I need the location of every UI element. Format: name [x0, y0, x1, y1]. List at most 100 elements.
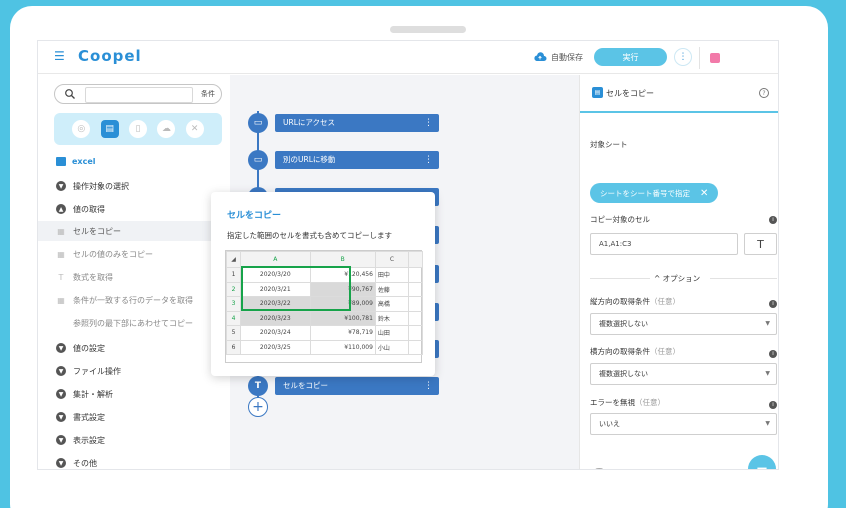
step-bar[interactable]: URLにアクセス ⋮ [275, 114, 439, 132]
cell: 2020/3/25 [240, 339, 311, 355]
sidebar-item-get-matching-rows[interactable]: ▦ 条件が一致する行のデータを取得 [56, 293, 193, 307]
brand-logo: Coopel [78, 47, 142, 65]
browser-icon: ▭ [248, 113, 268, 133]
chevron-down-icon: ▼ [56, 412, 66, 422]
device-notch [390, 26, 466, 33]
popup-title: セルをコピー [227, 211, 282, 221]
grid-icon: ▦ [57, 249, 65, 259]
chrome-app-icon[interactable]: ◎ [72, 120, 91, 138]
help-icon[interactable]: ? [759, 88, 769, 98]
trash-icon[interactable]: 🗑 [593, 469, 606, 470]
sidebar-item-copy-to-bottom[interactable]: 参照列の最下部にあわせてコピー [73, 316, 193, 330]
divider [590, 278, 650, 279]
hamburger-menu-icon[interactable]: ☰ [54, 50, 66, 62]
step-bar[interactable]: セルをコピー ⋮ [275, 377, 439, 395]
cloud-app-icon[interactable]: ☁ [157, 120, 176, 138]
info-icon[interactable]: i [769, 401, 777, 409]
horizontal-label-text: 横方向の取得条件 [590, 347, 650, 356]
chevron-down-icon: ▼ [56, 389, 66, 399]
chevron-up-icon: ▲ [56, 204, 66, 214]
sidebar-group-file[interactable]: ▼ ファイル操作 [56, 364, 121, 378]
sidebar-item-label: 値の設定 [73, 343, 105, 353]
search-box: 条件 [54, 84, 222, 104]
cell [408, 296, 423, 312]
cell: ¥89,009 [309, 296, 376, 312]
column-header: B [309, 251, 376, 268]
run-button[interactable]: 実行 [594, 48, 667, 66]
cell: 佐藤 [374, 281, 410, 297]
sidebar: 条件 ◎ ▤ ▯ ☁ ✕ excel ▼ 操作対象の選択 ▲ 値の取得 ▦ セル… [38, 75, 230, 469]
sidebar-group-display[interactable]: ▼ 表示設定 [56, 433, 105, 447]
excel-icon [56, 157, 66, 166]
sidebar-group-other[interactable]: ▼ その他 [56, 456, 97, 469]
cell: 田中 [374, 267, 410, 283]
search-filter-button[interactable]: 条件 [197, 88, 219, 101]
info-icon[interactable]: i [769, 300, 777, 308]
chevron-down-icon: ▼ [56, 435, 66, 445]
chevron-down-icon: ▼ [56, 343, 66, 353]
cell [408, 267, 423, 283]
row-number: 3 [226, 296, 241, 312]
info-icon[interactable]: i [769, 350, 777, 358]
tools-app-icon[interactable]: ✕ [185, 120, 204, 138]
add-step-button[interactable]: + [248, 397, 268, 417]
file-app-icon[interactable]: ▯ [128, 120, 147, 138]
text-icon: T [248, 376, 268, 396]
step-menu-icon[interactable]: ⋮ [424, 377, 433, 395]
sidebar-group-select-target[interactable]: ▼ 操作対象の選択 [56, 179, 129, 193]
select-value: 複数選択しない [599, 320, 648, 328]
cell [408, 339, 423, 355]
sidebar-group-aggregate[interactable]: ▼ 集計・解析 [56, 387, 113, 401]
info-icon[interactable]: i [769, 216, 777, 224]
step-menu-icon[interactable]: ⋮ [424, 114, 433, 132]
sidebar-group-format[interactable]: ▼ 書式設定 [56, 410, 105, 424]
close-icon[interactable]: ✕ [700, 188, 708, 199]
sidebar-item-copy-cell[interactable]: ▦ セルをコピー [38, 221, 230, 241]
grid-icon: ▦ [57, 295, 65, 305]
cell: 2020/3/22 [240, 296, 311, 312]
ignore-error-label-text: エラーを無視 [590, 398, 635, 407]
more-menu-icon[interactable]: ⋮ [674, 48, 692, 66]
target-sheet-chip[interactable]: シートをシート番号で指定 ✕ [590, 183, 718, 203]
excel-app-icon[interactable]: ▤ [100, 120, 119, 138]
sidebar-group-get-value[interactable]: ▲ 値の取得 [56, 202, 105, 216]
sidebar-item-label: その他 [73, 458, 97, 468]
chevron-down-icon: ▼ [56, 366, 66, 376]
search-icon[interactable] [64, 88, 76, 100]
column-header [408, 251, 423, 268]
text-mode-button[interactable]: T [744, 233, 777, 255]
ignore-error-select[interactable]: いいえ ▼ [590, 413, 777, 435]
step-menu-icon[interactable]: ⋮ [424, 151, 433, 169]
ignore-error-label: エラーを無視（任意） [590, 397, 665, 408]
sidebar-item-get-formula[interactable]: T 数式を取得 [56, 270, 113, 284]
vertical-label-text: 縦方向の取得条件 [590, 297, 650, 306]
sidebar-item-label: 表示設定 [73, 435, 105, 445]
user-avatar[interactable] [710, 53, 720, 63]
target-sheet-label: 対象シート [590, 140, 628, 149]
chevron-down-icon: ▼ [56, 458, 66, 468]
options-label: オプション [662, 274, 701, 283]
row-number: 4 [226, 310, 241, 326]
arrow-up-icon[interactable]: ↑ [618, 469, 626, 470]
caret-down-icon: ▼ [765, 320, 770, 327]
arrow-down-icon[interactable]: ↓ [638, 469, 646, 470]
sidebar-item-copy-values[interactable]: ▦ セルの値のみをコピー [56, 247, 153, 261]
options-toggle[interactable]: ^ オプション [654, 273, 700, 284]
sidebar-group-set-value[interactable]: ▼ 値の設定 [56, 341, 105, 355]
chat-icon[interactable]: ▬ [748, 455, 776, 469]
step-bar[interactable]: 別のURLに移動 ⋮ [275, 151, 439, 169]
horizontal-condition-label: 横方向の取得条件（任意） [590, 346, 680, 357]
cloud-upload-icon [534, 52, 547, 61]
row-number: 5 [226, 325, 241, 341]
vertical-condition-select[interactable]: 複数選択しない ▼ [590, 313, 777, 335]
cell: 小山 [374, 339, 410, 355]
cell: 鈴木 [374, 310, 410, 326]
row-number: 6 [226, 339, 241, 355]
search-input[interactable] [85, 87, 193, 103]
copy-target-input[interactable]: A1,A1:C3 [590, 233, 738, 255]
caret-down-icon: ▼ [765, 420, 770, 427]
chip-label: シートをシート番号で指定 [600, 188, 690, 198]
horizontal-condition-select[interactable]: 複数選択しない ▼ [590, 363, 777, 385]
optional-text: （任意） [650, 347, 680, 356]
browser-icon: ▭ [248, 150, 268, 170]
